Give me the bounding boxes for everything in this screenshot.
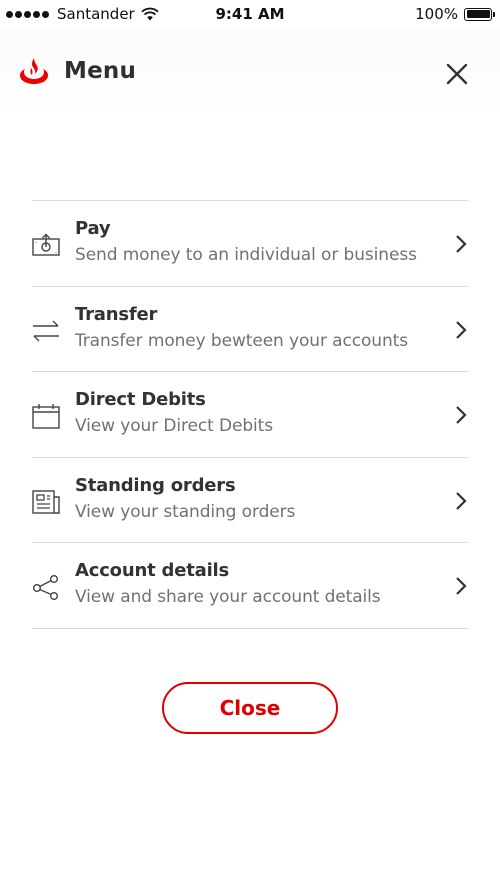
calendar-icon bbox=[32, 404, 60, 429]
item-subtitle: View your standing orders bbox=[75, 501, 296, 522]
item-subtitle: Send money to an individual or business bbox=[75, 245, 417, 265]
item-title: Account details bbox=[75, 560, 230, 581]
item-subtitle: Transfer money bewteen your accounts bbox=[75, 330, 408, 351]
item-title: Pay bbox=[75, 218, 111, 239]
page-title: Menu bbox=[64, 58, 137, 84]
menu-list: Pay Send money to an individual or busin… bbox=[32, 200, 468, 629]
santander-flame-icon bbox=[20, 58, 48, 84]
chevron-right-icon bbox=[456, 406, 467, 424]
document-icon bbox=[32, 489, 60, 514]
menu-item-standing-orders[interactable]: Standing orders View your standing order… bbox=[32, 458, 468, 543]
item-subtitle: View and share your account details bbox=[75, 587, 381, 607]
chevron-right-icon bbox=[456, 320, 467, 339]
close-button[interactable]: Close bbox=[162, 682, 338, 734]
money-pay-icon bbox=[32, 233, 60, 256]
item-title: Transfer bbox=[75, 303, 158, 325]
chevron-right-icon bbox=[456, 577, 467, 595]
share-icon bbox=[33, 575, 59, 601]
menu-item-direct-debits[interactable]: Direct Debits View your Direct Debits bbox=[32, 372, 468, 458]
menu-item-account-details[interactable]: Account details View and share your acco… bbox=[32, 543, 468, 629]
item-subtitle: View your Direct Debits bbox=[75, 416, 273, 436]
menu-item-transfer[interactable]: Transfer Transfer money bewteen your acc… bbox=[32, 287, 468, 372]
transfer-arrows-icon bbox=[33, 320, 59, 341]
close-icon[interactable] bbox=[445, 62, 469, 86]
menu-item-pay[interactable]: Pay Send money to an individual or busin… bbox=[32, 201, 468, 287]
battery-icon bbox=[464, 7, 495, 21]
header: Menu bbox=[0, 30, 500, 120]
battery-percentage: 100% bbox=[415, 5, 458, 23]
item-title: Standing orders bbox=[75, 474, 236, 496]
item-title: Direct Debits bbox=[75, 389, 206, 410]
status-right: 100% bbox=[415, 5, 495, 23]
status-bar: Santander 9:41 AM 100% bbox=[0, 0, 500, 30]
chevron-right-icon bbox=[456, 491, 467, 510]
chevron-right-icon bbox=[456, 235, 467, 253]
